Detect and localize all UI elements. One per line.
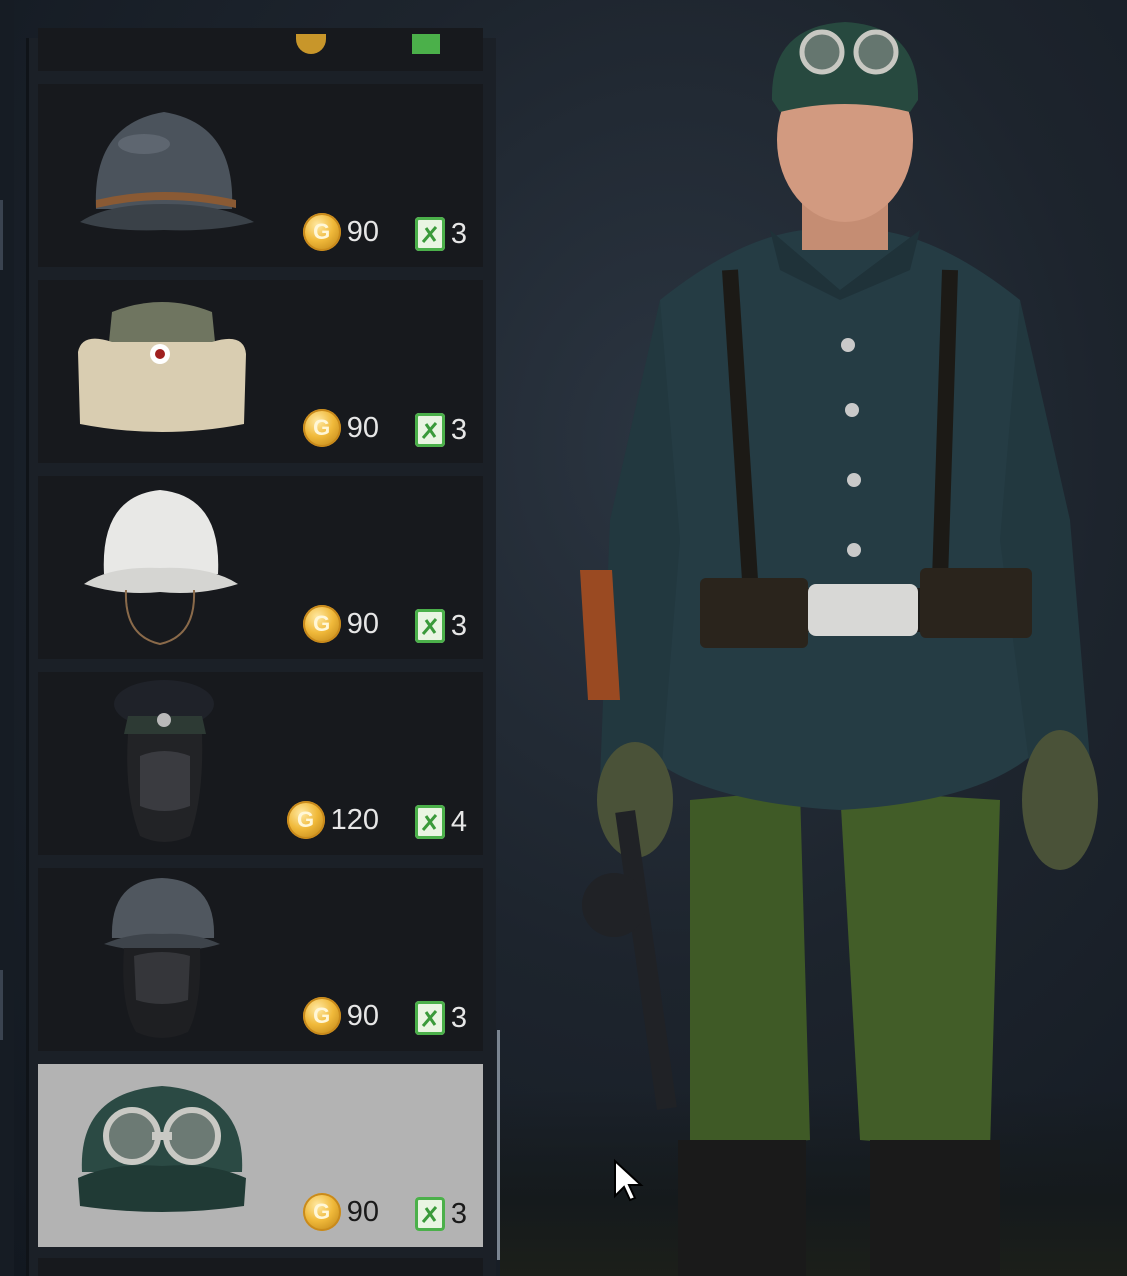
goggle-cap-icon	[78, 1086, 246, 1212]
left-edge-strip	[0, 0, 14, 1276]
panel-rail	[26, 38, 29, 1276]
price-value: 120	[330, 803, 379, 836]
coin-icon: G	[302, 997, 341, 1035]
price-value: 90	[346, 215, 379, 248]
steel-helmet-icon	[80, 112, 254, 231]
token-cost: 3	[414, 609, 467, 643]
price: G 90	[302, 213, 379, 251]
token-cost: 4	[414, 805, 467, 839]
token-icon	[414, 805, 445, 839]
price: G 90	[302, 997, 379, 1035]
coin-icon: G	[302, 605, 341, 643]
price: G 120	[286, 801, 379, 839]
token-value: 4	[450, 805, 467, 838]
white-helmet-icon	[84, 490, 238, 646]
mouse-cursor-icon	[614, 1158, 644, 1202]
token-cost: 3	[414, 413, 467, 447]
character-preview[interactable]	[540, 0, 1127, 1276]
token-cost: 3	[414, 1197, 467, 1231]
coin-icon: G	[302, 1193, 341, 1231]
inventory-card-selected[interactable]: G 90 3	[38, 1064, 483, 1247]
edge-marker	[0, 970, 3, 1040]
token-value: 3	[450, 1001, 467, 1034]
coin-icon: G	[286, 801, 325, 839]
balaclava-helmet-icon	[104, 878, 220, 1038]
coin-icon: G	[302, 409, 341, 447]
token-icon	[414, 413, 445, 447]
token-value: 3	[450, 413, 467, 446]
coin-icon: G	[302, 213, 341, 251]
inventory-card[interactable]: G 90 3	[38, 280, 483, 463]
token-value: 3	[450, 609, 467, 642]
price-value: 90	[346, 1195, 379, 1228]
token-cost: 3	[414, 217, 467, 251]
fur-cap-icon	[78, 302, 246, 432]
inventory-card[interactable]: G 90 3	[38, 868, 483, 1051]
inventory-card[interactable]: G 90 3	[38, 84, 483, 267]
price: G 90	[302, 409, 379, 447]
token-icon	[414, 609, 445, 643]
token-value: 3	[450, 1197, 467, 1230]
price: G 90	[302, 605, 379, 643]
price-value: 90	[346, 607, 379, 640]
price-value: 90	[346, 999, 379, 1032]
inventory-card-partial[interactable]	[38, 1258, 483, 1276]
price: G 90	[302, 1193, 379, 1231]
token-value: 3	[450, 217, 467, 250]
token-icon	[414, 1001, 445, 1035]
token-icon	[414, 217, 445, 251]
inventory-card-partial[interactable]	[38, 28, 483, 71]
token-icon	[412, 34, 440, 54]
inventory-card[interactable]: G 90 3	[38, 476, 483, 659]
inventory-card[interactable]: G 120 4	[38, 672, 483, 855]
price-value: 90	[346, 411, 379, 444]
officer-cap-icon	[114, 680, 214, 842]
coin-icon	[296, 34, 326, 54]
edge-marker	[0, 200, 3, 270]
token-icon	[414, 1197, 445, 1231]
token-cost: 3	[414, 1001, 467, 1035]
